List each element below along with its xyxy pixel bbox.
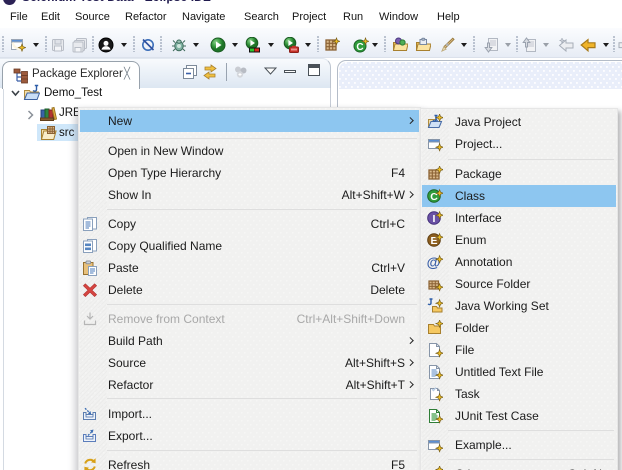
svg-text:@: @: [427, 254, 440, 270]
svg-text:C: C: [356, 42, 363, 53]
svg-text:I: I: [433, 213, 436, 225]
